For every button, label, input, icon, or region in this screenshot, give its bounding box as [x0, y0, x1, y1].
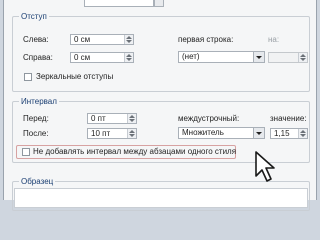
spin-up-icon[interactable] — [126, 36, 132, 39]
line-spacing-label: междустрочный: — [178, 114, 240, 123]
spin-down-icon[interactable] — [126, 58, 132, 61]
chevron-down-icon[interactable] — [253, 128, 264, 138]
spacing-after-spin-buttons[interactable] — [127, 129, 136, 138]
spin-down-icon[interactable] — [129, 134, 135, 137]
first-line-label: первая строка: — [178, 35, 234, 44]
indent-left-label: Слева: — [23, 35, 49, 44]
spin-up-icon[interactable] — [129, 115, 135, 118]
indent-left-value: 0 см — [74, 35, 91, 44]
spacing-value-value: 1,15 — [274, 129, 290, 138]
mirror-indents-label: Зеркальные отступы — [36, 72, 114, 81]
top-cut-dropdown-arrow[interactable] — [154, 0, 164, 7]
spacing-after-spinner[interactable]: 10 пт — [87, 128, 137, 139]
indent-on-spinner[interactable] — [268, 52, 308, 63]
spin-up-icon[interactable] — [300, 130, 306, 133]
spin-up-icon[interactable] — [126, 54, 132, 57]
indent-on-label: на: — [268, 35, 280, 44]
no-space-label: Не добавлять интервал между абзацами одн… — [33, 147, 237, 156]
spin-up-icon[interactable] — [300, 54, 306, 57]
spin-down-icon[interactable] — [129, 119, 135, 122]
preview-area — [14, 188, 308, 208]
spacing-before-spin-buttons[interactable] — [127, 114, 136, 123]
indent-group-title: Отступ — [19, 12, 49, 21]
line-spacing-dropdown[interactable]: Множитель — [178, 127, 265, 139]
top-cut-field[interactable] — [84, 0, 154, 7]
preview-group-title: Образец — [19, 177, 56, 186]
indent-right-value: 0 см — [74, 53, 91, 62]
spacing-value-spin-buttons[interactable] — [298, 129, 307, 138]
line-spacing-value: Множитель — [182, 128, 224, 137]
spin-down-icon[interactable] — [126, 40, 132, 43]
indent-left-spinner[interactable]: 0 см — [70, 34, 134, 45]
no-space-checkbox[interactable] — [22, 148, 30, 156]
mirror-indents-checkbox[interactable] — [24, 73, 32, 81]
spin-up-icon[interactable] — [129, 130, 135, 133]
spacing-before-value: 0 пт — [91, 114, 106, 123]
spacing-before-spinner[interactable]: 0 пт — [87, 113, 137, 124]
spacing-after-label: После: — [23, 129, 49, 138]
spin-down-icon[interactable] — [300, 134, 306, 137]
spacing-after-value: 10 пт — [91, 129, 111, 138]
chevron-down-icon[interactable] — [253, 52, 264, 62]
indent-on-spin-buttons[interactable] — [298, 53, 307, 62]
paragraph-dialog: Отступ Слева: 0 см Справа: 0 см первая с… — [3, 0, 317, 211]
spin-down-icon[interactable] — [300, 58, 306, 61]
spacing-group-title: Интервал — [19, 97, 59, 106]
first-line-value: (нет) — [182, 52, 200, 61]
indent-right-spinner[interactable]: 0 см — [70, 52, 134, 63]
spacing-value-label: значение: — [270, 114, 307, 123]
indent-right-spin-buttons[interactable] — [124, 53, 133, 62]
indent-left-spin-buttons[interactable] — [124, 35, 133, 44]
spacing-value-spinner[interactable]: 1,15 — [270, 128, 308, 139]
mouse-pointer-icon — [255, 151, 275, 182]
first-line-dropdown[interactable]: (нет) — [178, 51, 265, 63]
indent-group: Отступ Слева: 0 см Справа: 0 см первая с… — [12, 12, 310, 92]
spacing-before-label: Перед: — [23, 114, 49, 123]
indent-right-label: Справа: — [23, 53, 53, 62]
